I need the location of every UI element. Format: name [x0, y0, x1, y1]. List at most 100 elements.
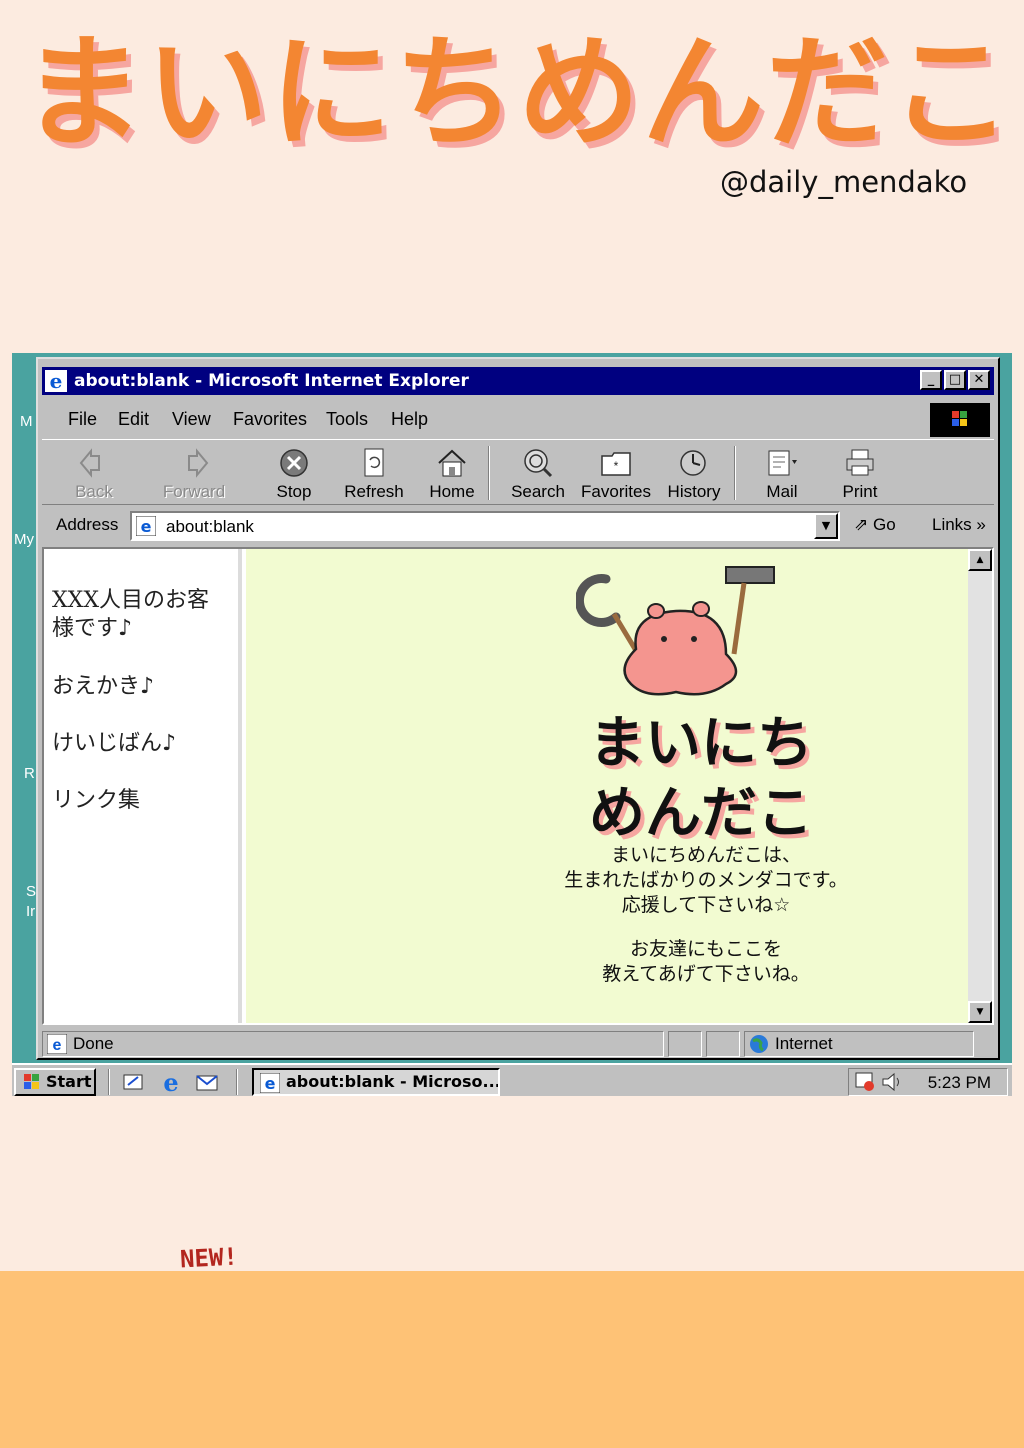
- site-description-line: まいにちめんだこは、: [610, 844, 801, 866]
- ie-window: e about:blank - Microsoft Internet Explo…: [36, 357, 1000, 1060]
- links-button[interactable]: Links »: [932, 515, 986, 535]
- forward-label: Forward: [162, 482, 226, 501]
- toolbar-separator: [488, 446, 490, 500]
- page-done-icon: e: [47, 1034, 67, 1054]
- taskbar: Start e e about:blank - Microso... 5:23 …: [12, 1063, 1012, 1096]
- back-label: Back: [75, 482, 113, 501]
- nav-visitor-counter: XXX人目のお客様です♪: [52, 588, 209, 641]
- svg-text:e: e: [50, 370, 63, 392]
- go-arrow-icon: ⇗: [854, 515, 869, 534]
- new-tag: NEW!: [179, 1242, 239, 1274]
- nav-link-bbs[interactable]: けいじばん♪: [52, 730, 176, 758]
- poster-title: まいにちめんだこ: [22, 22, 1014, 164]
- address-value: about:blank: [166, 517, 254, 536]
- favorites-folder-icon: *: [601, 452, 631, 476]
- desktop-icon-label[interactable]: M: [20, 413, 33, 430]
- nav-link-oekaki[interactable]: おえかき♪: [52, 673, 154, 701]
- menu-file[interactable]: File: [68, 409, 97, 430]
- desktop-icon-label[interactable]: S: [26, 883, 36, 900]
- history-label: History: [667, 482, 721, 501]
- history-button[interactable]: History: [654, 444, 734, 502]
- maximize-button[interactable]: □: [944, 370, 966, 390]
- forward-arrow-icon: [188, 448, 209, 478]
- search-button[interactable]: Search: [498, 444, 578, 502]
- print-button[interactable]: Print: [820, 444, 900, 502]
- status-bar: e Done Internet: [42, 1029, 994, 1059]
- desktop-icon-label[interactable]: My: [14, 531, 34, 548]
- taskbar-separator: [108, 1069, 110, 1095]
- menu-view[interactable]: View: [172, 409, 211, 430]
- forward-button[interactable]: Forward: [154, 444, 234, 502]
- address-label: Address: [56, 515, 119, 534]
- status-progress-cell: [668, 1031, 702, 1057]
- windows-flag-icon: [952, 411, 967, 426]
- show-desktop-icon[interactable]: [122, 1071, 146, 1093]
- address-dropdown-button[interactable]: ▼: [814, 513, 838, 539]
- start-label: Start: [46, 1072, 92, 1091]
- links-label: Links: [932, 515, 972, 534]
- home-icon: [438, 449, 466, 477]
- site-logo-line: まいにち: [589, 711, 813, 776]
- back-arrow-icon: [79, 448, 100, 478]
- menu-edit[interactable]: Edit: [118, 409, 149, 430]
- nav-link-links[interactable]: リンク集: [52, 787, 140, 815]
- favorites-button[interactable]: * Favorites: [576, 444, 656, 502]
- chevron-right-icon: »: [976, 515, 986, 534]
- ie-page-icon: e: [260, 1073, 280, 1093]
- address-bar: Address e about:blank ▼ ⇗ Go Links »: [42, 507, 994, 543]
- go-label: Go: [872, 515, 896, 534]
- start-button[interactable]: Start: [14, 1068, 96, 1096]
- scheduler-tray-icon[interactable]: [855, 1072, 877, 1092]
- scroll-up-button[interactable]: ▲: [968, 549, 992, 571]
- toolbar-separator: [734, 446, 736, 500]
- vertical-scrollbar[interactable]: ▲ ▼: [968, 549, 992, 1023]
- windows-flag-icon: [24, 1074, 39, 1089]
- print-label: Print: [842, 482, 878, 501]
- standard-toolbar: Back Forward Stop Refresh Home Search * …: [42, 439, 994, 505]
- minimize-button[interactable]: _: [920, 370, 942, 390]
- site-logo-line: めんだこ: [589, 781, 813, 846]
- address-input[interactable]: e about:blank ▼: [130, 511, 840, 541]
- scroll-down-button[interactable]: ▼: [968, 1001, 992, 1023]
- desktop-icon-label[interactable]: Ir: [26, 903, 35, 920]
- menu-tools[interactable]: Tools: [326, 409, 368, 430]
- stop-label: Stop: [276, 482, 312, 501]
- ie-quicklaunch-icon[interactable]: e: [158, 1070, 184, 1094]
- status-text: Done: [73, 1034, 114, 1053]
- title-bar[interactable]: e about:blank - Microsoft Internet Explo…: [42, 367, 994, 395]
- window-title: about:blank - Microsoft Internet Explore…: [74, 371, 469, 391]
- favorites-label: Favorites: [581, 482, 651, 501]
- poster-handle: @daily_mendako: [720, 165, 968, 199]
- site-description-line: お友達にもここを: [629, 938, 782, 960]
- printer-icon: [846, 449, 874, 476]
- mail-button[interactable]: Mail: [742, 444, 822, 502]
- mendako-illustration: [576, 566, 775, 696]
- history-icon: [680, 450, 706, 476]
- volume-speaker-icon[interactable]: [881, 1072, 903, 1092]
- go-button[interactable]: ⇗ Go: [854, 515, 896, 535]
- desktop-icon-label[interactable]: R: [24, 765, 35, 782]
- status-text-cell: e Done: [42, 1031, 664, 1057]
- menu-help[interactable]: Help: [391, 409, 428, 430]
- stop-button[interactable]: Stop: [254, 444, 334, 502]
- outlook-express-icon[interactable]: [194, 1070, 220, 1094]
- svg-text:e: e: [163, 1070, 178, 1094]
- close-button[interactable]: ✕: [968, 370, 990, 390]
- mail-label: Mail: [766, 482, 798, 501]
- svg-text:*: *: [614, 459, 619, 473]
- clock[interactable]: 5:23 PM: [928, 1073, 991, 1093]
- menu-favorites[interactable]: Favorites: [233, 409, 307, 430]
- status-security-cell: [706, 1031, 740, 1057]
- ie-logo-icon: e: [45, 370, 67, 392]
- status-zone: Internet: [775, 1034, 833, 1053]
- nav-frame: XXX人目のお客様です♪ おえかき♪ けいじばん♪ リンク集: [44, 549, 242, 1023]
- home-button[interactable]: Home: [412, 444, 492, 502]
- svg-text:e: e: [141, 517, 152, 536]
- back-button[interactable]: Back: [54, 444, 134, 502]
- home-label: Home: [429, 482, 475, 501]
- main-frame: まいにち めんだこ まいにちめんだこは、 生まれたばかりのメンダコです。 応援し…: [246, 549, 968, 1023]
- refresh-button[interactable]: Refresh: [334, 444, 414, 502]
- taskbar-window-button[interactable]: e about:blank - Microso...: [252, 1068, 500, 1096]
- taskbar-window-label: about:blank - Microso...: [286, 1072, 500, 1091]
- site-description-line: 生まれたばかりのメンダコです。: [564, 869, 848, 891]
